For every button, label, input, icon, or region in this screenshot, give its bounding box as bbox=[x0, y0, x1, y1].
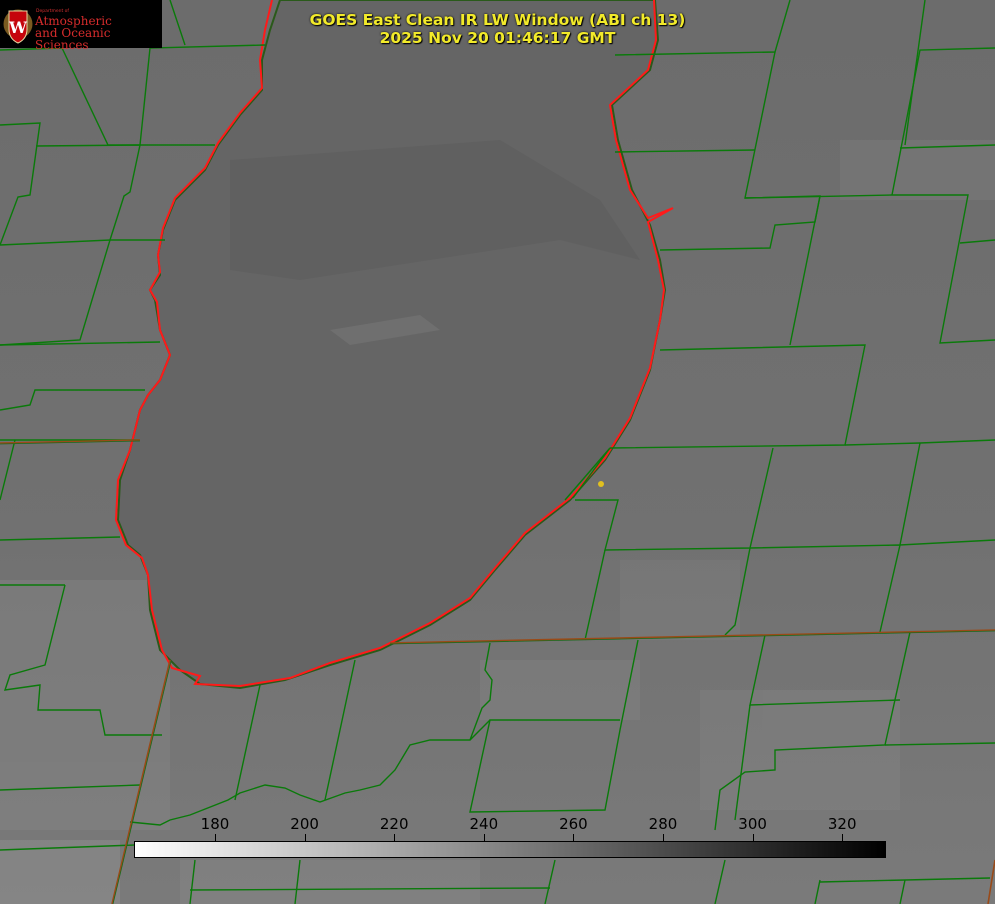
colorbar-tick-label: 320 bbox=[827, 815, 857, 833]
colorbar-tick-mark bbox=[573, 834, 575, 841]
colorbar-tick-mark bbox=[394, 834, 396, 841]
colorbar-tick-label: 220 bbox=[379, 815, 409, 833]
colorbar-tick-label: 240 bbox=[469, 815, 499, 833]
colorbar-tick-mark bbox=[483, 834, 485, 841]
colorbar-tick-label: 280 bbox=[648, 815, 678, 833]
colorbar-tick-mark bbox=[752, 834, 754, 841]
satellite-map: W Department of Atmospheric and Oceanic … bbox=[0, 0, 995, 904]
colorbar-tick-label: 300 bbox=[738, 815, 767, 833]
image-title: GOES East Clean IR LW Window (ABI ch 13) bbox=[309, 11, 686, 29]
image-timestamp: 2025 Nov 20 01:46:17 GMT bbox=[379, 29, 616, 47]
colorbar-tick-mark bbox=[215, 834, 216, 841]
location-marker bbox=[598, 481, 604, 487]
colorbar-tick-mark bbox=[842, 834, 844, 841]
colorbar-tick-label: 180 bbox=[200, 815, 230, 833]
temperature-colorbar bbox=[134, 841, 886, 858]
colorbar-tick-label: 200 bbox=[290, 815, 319, 833]
colorbar-tick-mark bbox=[304, 834, 306, 841]
colorbar-tick-mark bbox=[663, 834, 664, 841]
colorbar-tick-label: 260 bbox=[559, 815, 588, 833]
ir-imagery bbox=[0, 0, 995, 904]
